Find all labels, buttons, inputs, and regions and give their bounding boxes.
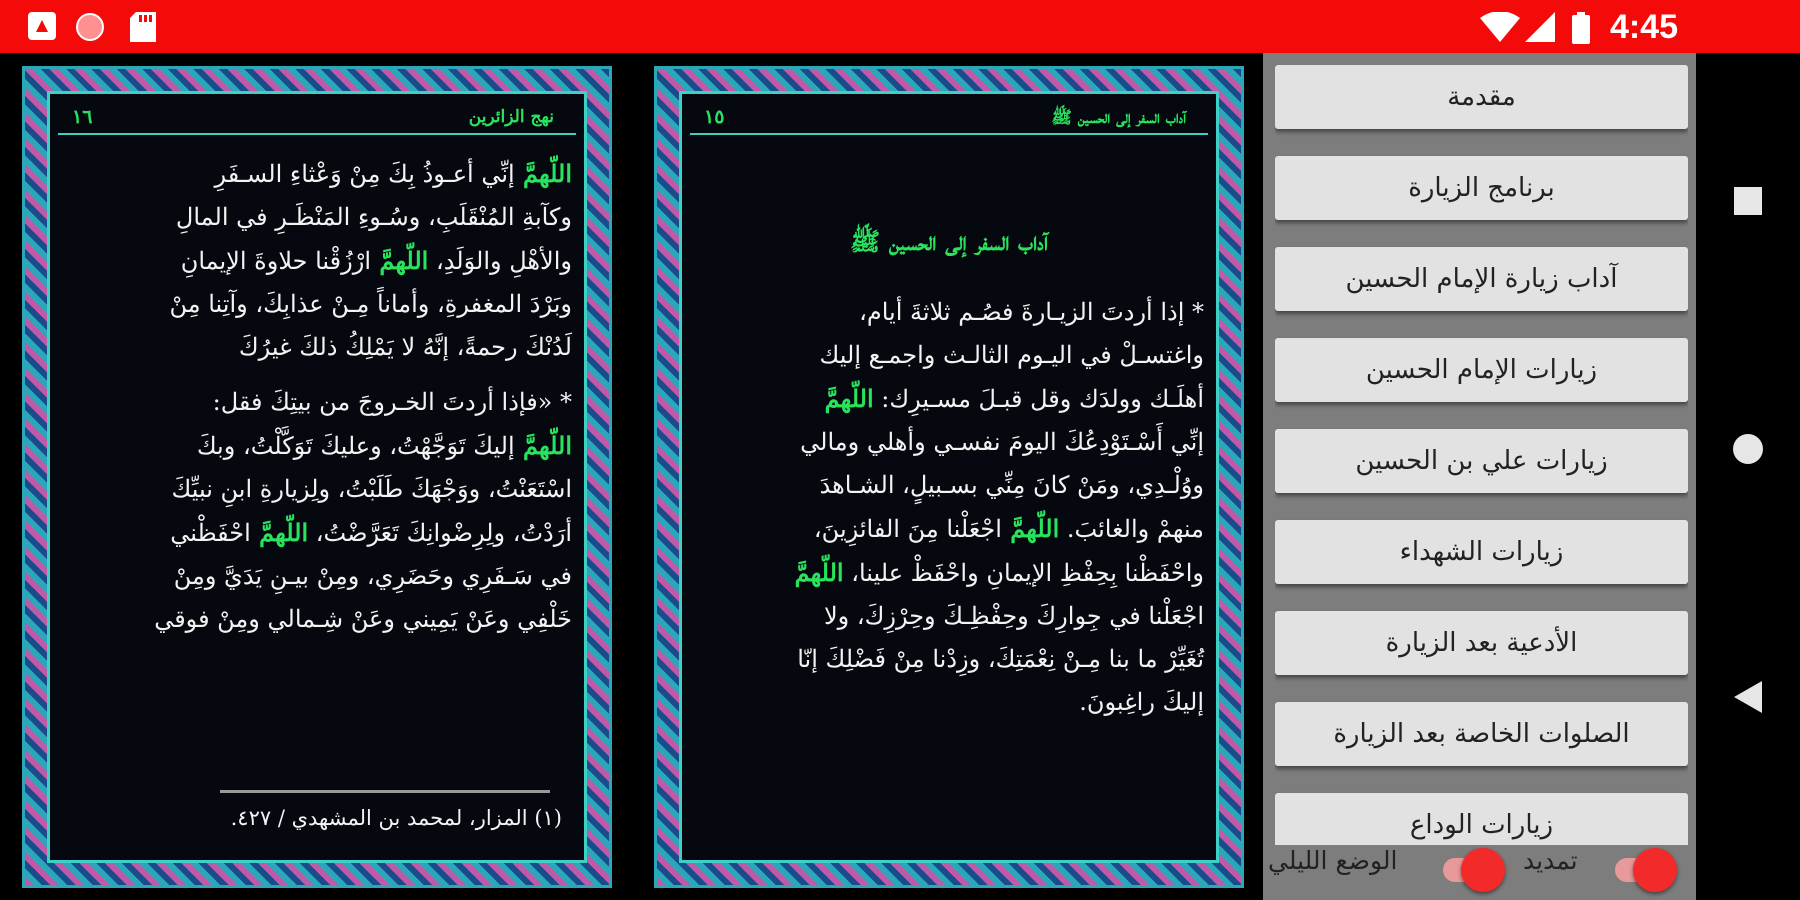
text-segment: ارْزُقْنا حلاوةَ الإيمانِ xyxy=(180,247,371,275)
wifi-icon xyxy=(1480,12,1520,42)
page-right-content: ١٥ آداب السفر إلى الحسين ﷺ آداب السفر إل… xyxy=(679,91,1219,863)
running-title: نهج الزائرين xyxy=(468,107,554,127)
running-title: آداب السفر إلى الحسين ﷺ xyxy=(1051,108,1186,128)
text-segment: اجْعَلْنا في جِوارِكَ وحِفْظِـكَ وحِرْزِ… xyxy=(823,602,1204,630)
text-segment: وكآبةِ المُنْقَلَبِ، وسُـوءِ المَنْظَـرِ… xyxy=(175,203,572,231)
text-segment: أرَدْتُ، ولِرِضْوانِكَ تَعَرَّضْتُ، xyxy=(308,519,572,547)
text-line: إنِّي أَسْـتَوْدِعُكَ اليومَ نفسـي وأهلي… xyxy=(696,421,1204,464)
chapter-title: آداب السفر إلى الحسين ﷺ xyxy=(849,227,1049,256)
page-number: ١٦ xyxy=(72,106,93,128)
chapter-button[interactable]: مقدمة xyxy=(1275,65,1688,129)
chapter-button[interactable]: آداب زيارة الإمام الحسين xyxy=(1275,247,1688,311)
chapter-button[interactable]: زيارات الشهداء xyxy=(1275,520,1688,584)
text-line: اجْعَلْنا في جِوارِكَ وحِفْظِـكَ وحِرْزِ… xyxy=(696,595,1204,638)
page-left-content: ١٦ نهج الزائرين اللّهمَّ إنِّي أعـوذُ بِ… xyxy=(47,91,587,863)
text-line: واحْفَظْنا بِحِفْظِ الإيمانِ واحْفَظْ عل… xyxy=(696,551,1204,595)
text-line: منهمْ والغائبَ. اللّهمَّ اجْعَلْنا مِنَ … xyxy=(696,507,1204,551)
text-segment: وبَرْدَ المغفرةِ، وأماناً مِـنْ عذابِكَ،… xyxy=(169,290,572,318)
invocation-highlight: اللّهمَّ xyxy=(1001,514,1060,543)
text-segment: اجْعَلْنا مِنَ الفائزِينَ، xyxy=(813,515,1002,543)
text-segment: أهلَـك وولدَك وقل قبـلَ مسـيرِك: xyxy=(873,385,1204,413)
text-segment: إليكَ راغِبونَ. xyxy=(1079,688,1204,716)
chapter-button[interactable]: برنامج الزيارة xyxy=(1275,156,1688,220)
extend-toggle[interactable] xyxy=(1633,848,1677,892)
page-number: ١٥ xyxy=(704,106,725,128)
night-mode-toggle[interactable] xyxy=(1461,848,1505,892)
page-left-text: اللّهمَّ إنِّي أعـوذُ بِكَ مِنْ وَعْثاءِ… xyxy=(64,152,572,641)
back-icon[interactable] xyxy=(1734,681,1762,713)
text-segment: ووُلْـدِي، ومَنْ كانَ مِنِّي بسـبيلٍ، ال… xyxy=(819,471,1205,499)
text-line: واغتسـلْ في اليـوم الثالـث واجمـع إليك xyxy=(696,334,1204,377)
night-mode-toggle-label: الوضع الليلي xyxy=(1268,846,1398,875)
battery-icon xyxy=(1572,12,1590,44)
text-segment: منهمْ والغائبَ. xyxy=(1059,515,1204,543)
text-segment: * «فإذا أردتَ الخـروجَ من بيتِكَ فقل: xyxy=(212,388,572,416)
page-right-header: ١٥ آداب السفر إلى الحسين ﷺ xyxy=(690,102,1208,135)
invocation-highlight: اللّهمَّ xyxy=(514,159,572,188)
signal-icon xyxy=(1525,12,1555,42)
chapter-list[interactable]: مقدمة برنامج الزيارة آداب زيارة الإمام الح… xyxy=(1275,65,1688,845)
text-segment: واحْفَظْنا بِحِفْظِ الإيمانِ واحْفَظْ عل… xyxy=(843,559,1204,587)
page-left[interactable]: ١٦ نهج الزائرين اللّهمَّ إنِّي أعـوذُ بِ… xyxy=(22,66,612,888)
text-segment: إنِّي أعـوذُ بِكَ مِنْ وَعْثاءِ السـفَرِ xyxy=(214,160,515,188)
sd-card-icon xyxy=(130,12,156,42)
chapter-menu: مقدمة برنامج الزيارة آداب زيارة الإمام الح… xyxy=(1263,53,1696,900)
navigation-bar xyxy=(1696,53,1800,900)
settings-row: تمديد الوضع الليلي xyxy=(1263,838,1696,898)
page-right-text: * إذا أردتَ الزيـارةَ فصُـم ثلاثةَ أيام،… xyxy=(696,291,1204,724)
footnote: (١) المزار، لمحمد بن المشهدي / ٤٢٧. xyxy=(230,806,562,830)
text-line: في سَـفَرِي وحَضَرِي، ومِنْ بيـنِ يَدَيَ… xyxy=(64,555,572,598)
text-line: والأهْلِ والوَلَدِ، اللّهمَّ ارْزُقْنا ح… xyxy=(64,239,572,283)
android-icon xyxy=(28,12,56,40)
record-icon xyxy=(76,13,104,41)
text-line: أهلَـك وولدَك وقل قبـلَ مسـيرِك: اللّهمَ… xyxy=(696,377,1204,421)
text-line: خَلْفِي وعَنْ يَمِيني وعَنْ شِـمالي ومِن… xyxy=(64,598,572,641)
text-segment: والأهْلِ والوَلَدِ، xyxy=(428,247,572,275)
text-line: اللّهمَّ إليكَ تَوَجَّهْتُ، وعليكَ تَوَك… xyxy=(64,424,572,468)
text-segment: * إذا أردتَ الزيـارةَ فصُـم ثلاثةَ أيام، xyxy=(859,298,1204,326)
invocation-highlight: اللّهمَّ xyxy=(250,518,309,547)
extend-toggle-label: تمديد xyxy=(1523,846,1578,875)
text-line: * «فإذا أردتَ الخـروجَ من بيتِكَ فقل: xyxy=(64,381,572,424)
invocation-highlight: اللّهمَّ xyxy=(794,558,844,587)
home-icon[interactable] xyxy=(1732,433,1764,465)
text-line: وكآبةِ المُنْقَلَبِ، وسُـوءِ المَنْظَـرِ… xyxy=(64,196,572,239)
page-left-header: ١٦ نهج الزائرين xyxy=(58,102,576,135)
text-line: وبَرْدَ المغفرةِ، وأماناً مِـنْ عذابِكَ،… xyxy=(64,283,572,326)
footnote-divider xyxy=(220,790,550,793)
text-segment: في سَـفَرِي وحَضَرِي، ومِنْ بيـنِ يَدَيَ… xyxy=(173,562,572,590)
text-segment: لَدُنْكَ رحمةً، إنَّهُ لا يَمْلِكُ ذلكَ … xyxy=(238,333,572,361)
chapter-button[interactable]: زيارات الإمام الحسين xyxy=(1275,338,1688,402)
text-segment: خَلْفِي وعَنْ يَمِيني وعَنْ شِـمالي ومِن… xyxy=(154,605,572,633)
text-line: اسْتَعَنْتُ، ووَجْهَكَ طَلَبْتُ، ولِزيار… xyxy=(64,468,572,511)
text-line: إليكَ راغِبونَ. xyxy=(696,681,1204,724)
chapter-button[interactable]: زيارات علي بن الحسين xyxy=(1275,429,1688,493)
invocation-highlight: اللّهمَّ xyxy=(371,246,429,275)
text-segment: إنِّي أَسْـتَوْدِعُكَ اليومَ نفسـي وأهلي… xyxy=(800,428,1204,456)
text-segment: تُغَيِّرْ ما بنا مِـنْ نِعْمَتِكَ، وزِدْ… xyxy=(797,645,1204,673)
recents-icon[interactable] xyxy=(1734,187,1762,215)
clock: 4:45 xyxy=(1609,8,1678,46)
invocation-highlight: اللّهمَّ xyxy=(514,431,572,460)
text-segment: اسْتَعَنْتُ، ووَجْهَكَ طَلَبْتُ، ولِزيار… xyxy=(171,475,572,503)
chapter-button[interactable]: الأدعية بعد الزيارة xyxy=(1275,611,1688,675)
text-line: لَدُنْكَ رحمةً، إنَّهُ لا يَمْلِكُ ذلكَ … xyxy=(64,326,572,369)
text-line: * إذا أردتَ الزيـارةَ فصُـم ثلاثةَ أيام، xyxy=(696,291,1204,334)
invocation-highlight: اللّهمَّ xyxy=(824,384,874,413)
text-line: تُغَيِّرْ ما بنا مِـنْ نِعْمَتِكَ، وزِدْ… xyxy=(696,638,1204,681)
text-segment: إليكَ تَوَجَّهْتُ، وعليكَ تَوَكَّلْتُ، و… xyxy=(196,432,515,460)
text-segment: واغتسـلْ في اليـوم الثالـث واجمـع إليك xyxy=(819,341,1204,369)
page-right[interactable]: ١٥ آداب السفر إلى الحسين ﷺ آداب السفر إل… xyxy=(654,66,1244,888)
chapter-button[interactable]: الصلوات الخاصة بعد الزيارة xyxy=(1275,702,1688,766)
text-segment: احْفَظْني xyxy=(170,519,251,547)
text-line: ووُلْـدِي، ومَنْ كانَ مِنِّي بسـبيلٍ، ال… xyxy=(696,464,1205,507)
status-bar: 4:45 xyxy=(0,0,1800,53)
text-line: أرَدْتُ، ولِرِضْوانِكَ تَعَرَّضْتُ، اللّ… xyxy=(64,511,572,555)
text-line: اللّهمَّ إنِّي أعـوذُ بِكَ مِنْ وَعْثاءِ… xyxy=(64,152,572,196)
